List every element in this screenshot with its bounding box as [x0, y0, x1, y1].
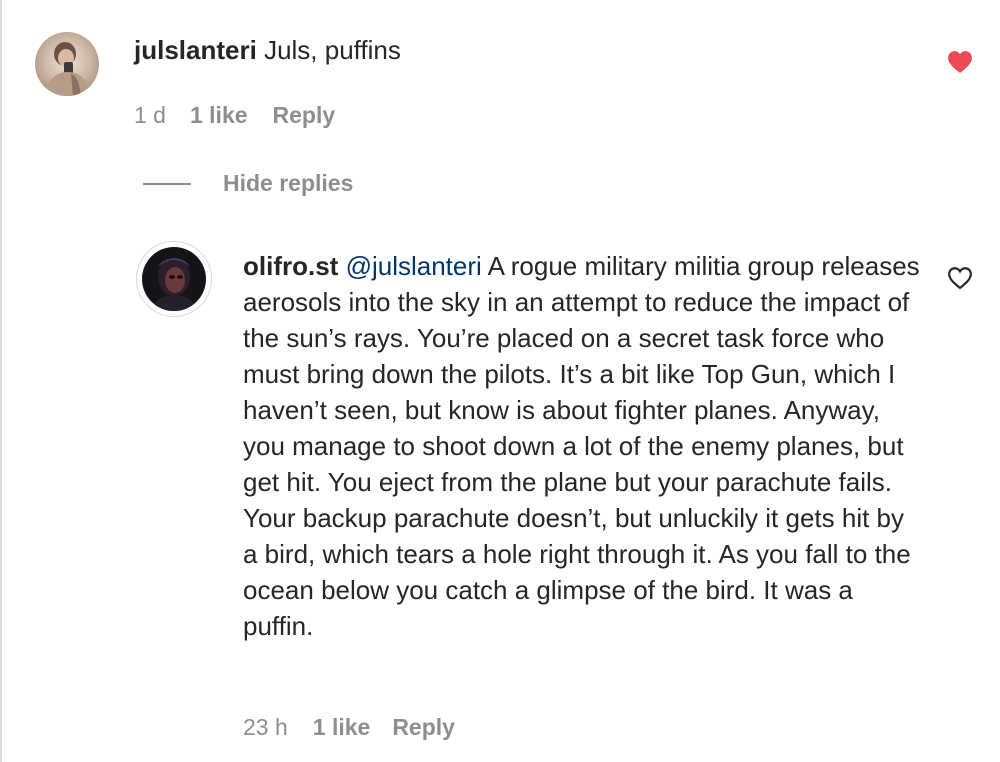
reply-mention[interactable]: @julslanteri: [346, 251, 482, 281]
hide-replies-label: Hide replies: [223, 170, 354, 196]
reply-meta: 23 h 1 like Reply: [243, 714, 455, 741]
comment-body: Juls, puffins: [264, 35, 401, 65]
window-edge: [0, 0, 2, 762]
comment-meta: 1 d 1 like Reply: [134, 102, 335, 129]
reply-button[interactable]: Reply: [273, 102, 336, 129]
avatar-image: [35, 32, 99, 96]
comment-likes[interactable]: 1 like: [190, 102, 248, 129]
comment-username[interactable]: julslanteri: [134, 35, 257, 65]
avatar[interactable]: [136, 241, 212, 317]
reply-username[interactable]: olifro.st: [243, 251, 338, 281]
reply-text: olifro.st @julslanteri A rogue military …: [243, 248, 923, 644]
reply-button[interactable]: Reply: [392, 714, 455, 741]
reply-likes[interactable]: 1 like: [313, 714, 371, 741]
reply-body: A rogue military militia group releases …: [243, 251, 920, 641]
avatar[interactable]: [35, 32, 99, 96]
hide-replies-toggle[interactable]: Hide replies: [143, 170, 353, 197]
reply-timestamp[interactable]: 23 h: [243, 714, 288, 741]
comment-text: julslanteri Juls, puffins: [134, 32, 914, 68]
hide-replies-divider: [143, 182, 191, 185]
heart-filled-icon[interactable]: [947, 50, 973, 74]
heart-outline-icon[interactable]: [947, 266, 973, 290]
comment-timestamp[interactable]: 1 d: [134, 102, 166, 129]
avatar-image: [142, 247, 206, 311]
